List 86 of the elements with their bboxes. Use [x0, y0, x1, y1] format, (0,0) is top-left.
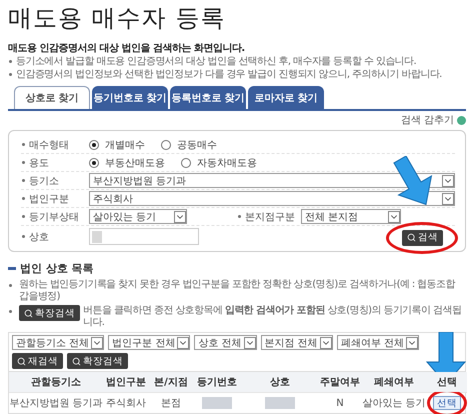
dropdown[interactable]: 폐쇄여부 전체	[336, 335, 419, 350]
radio-button[interactable]	[89, 158, 99, 168]
highlight-circle	[386, 222, 458, 254]
intro-heading: 매도용 인감증명서의 대상 법인을 검색하는 화면입니다.	[8, 42, 246, 55]
intro-text: 등기소에서 발급할 매도용 인감증명서의 대상 법인을 선택하신 후, 매수자를 등록할 수 있습니다.	[16, 55, 416, 68]
caret-icon	[388, 210, 400, 222]
caret-icon	[174, 210, 186, 222]
dropdown[interactable]: 상호 전체	[194, 335, 257, 350]
column-header: 주말여부	[319, 372, 361, 392]
radio-button[interactable]	[181, 158, 191, 168]
dropdown[interactable]: 부산지방법원 등기과	[89, 173, 455, 188]
bullet-icon	[22, 215, 25, 218]
field-label: 매수형태	[29, 138, 69, 152]
radio-label: 자동차매도용	[197, 156, 257, 170]
caret-icon	[91, 336, 104, 348]
expand-search-button[interactable]: 확장검색	[19, 305, 80, 321]
highlight-circle	[427, 389, 467, 414]
field-label: 상호	[29, 230, 49, 244]
intro-text: 인감증명서의 법인정보와 선택한 법인정보가 다를 경우 발급이 진행되지 않으니, 주의하시기 바랍니다.	[16, 68, 442, 81]
section-marker	[8, 267, 16, 270]
bullet-icon	[9, 310, 12, 313]
bullet-icon	[9, 60, 12, 63]
toggle-link[interactable]: 검색 감추기	[400, 113, 454, 127]
tab[interactable]: 상호로 찾기	[14, 86, 90, 109]
radio-button[interactable]	[161, 140, 171, 150]
tab[interactable]: 등록번호로 찾기	[170, 86, 246, 109]
table-cell: N	[319, 392, 361, 413]
search-icon	[407, 233, 416, 242]
field-label: 본지점구분	[245, 210, 295, 224]
page-title: 매도용 매수자 등록	[8, 3, 226, 34]
bullet-icon	[22, 197, 25, 200]
bullet-icon	[238, 215, 241, 218]
dropdown[interactable]: 법인구분 전체	[108, 335, 190, 350]
caret-icon	[244, 336, 256, 348]
filter-button[interactable]: 확장검색	[67, 353, 128, 369]
caret-icon	[320, 336, 332, 348]
column-header: 법인구분	[103, 372, 149, 392]
section-title: 법인 상호 목록	[20, 261, 94, 276]
table-cell: 본점	[149, 392, 193, 413]
dropdown[interactable]: 주식회사	[89, 191, 455, 206]
bullet-icon	[9, 284, 12, 287]
caret-icon	[442, 174, 454, 186]
select-button[interactable]: 선택	[433, 396, 461, 410]
column-header: 본/지점	[149, 372, 193, 392]
column-header: 등기번호	[193, 372, 241, 392]
bullet-icon	[22, 179, 25, 182]
tab[interactable]: 등기번호로 찾기	[92, 86, 168, 109]
note-text: 버튼을 클릭하면 종전 상호항목에 입력한 검색어가 포함된 상호(명칭)의 등기기록이 검색됩니다.	[83, 305, 462, 329]
table-cell: 살아있는 등기	[361, 392, 427, 413]
dropdown[interactable]: 본지점 전체	[260, 335, 333, 350]
tab[interactable]: 로마자로 찾기	[248, 86, 324, 109]
field-label: 법인구분	[29, 192, 69, 206]
bullet-icon	[9, 73, 12, 76]
caret-icon	[406, 336, 418, 348]
caret-icon	[442, 192, 454, 204]
search-icon	[72, 356, 81, 366]
input-field[interactable]	[89, 228, 199, 245]
bullet-icon	[22, 235, 25, 238]
column-header: 폐쇄여부	[361, 372, 427, 392]
field-label: 등기부상태	[29, 210, 79, 224]
dropdown[interactable]: 살아있는 등기	[89, 209, 187, 224]
column-header: 상호	[241, 372, 319, 392]
radio-label: 부동산매도용	[105, 156, 165, 170]
redacted-block	[265, 397, 295, 409]
dropdown[interactable]: 관할등기소 전체	[12, 335, 104, 350]
bullet-icon	[22, 161, 25, 164]
table-cell: 주식회사	[103, 392, 149, 413]
radio-button[interactable]	[89, 140, 99, 150]
search-button[interactable]: 검색	[402, 230, 443, 246]
caret-icon	[177, 336, 190, 348]
search-icon	[17, 356, 26, 366]
filter-button[interactable]: 재검색	[12, 353, 63, 369]
radio-label: 개별매수	[105, 138, 145, 152]
dropdown[interactable]: 전체 본지점	[301, 209, 401, 224]
column-header: 선택	[427, 372, 467, 392]
redacted-block	[202, 397, 232, 409]
table-cell: 부산지방법원 등기과	[9, 392, 103, 413]
field-label: 등기소	[29, 174, 59, 188]
column-header: 관할등기소	[9, 372, 103, 392]
bullet-icon	[22, 143, 25, 146]
search-icon	[24, 308, 33, 318]
note-text: 원하는 법인등기기록을 찾지 못한 경우 법인구분을 포함한 정확한 상호(명칭)로 검색하거나(예 : 협동조합 갑을병정)	[19, 279, 456, 303]
radio-label: 공동매수	[177, 138, 217, 152]
toggle-icon	[457, 116, 466, 124]
arrow-drawing	[393, 156, 432, 205]
field-label: 용도	[29, 156, 49, 170]
